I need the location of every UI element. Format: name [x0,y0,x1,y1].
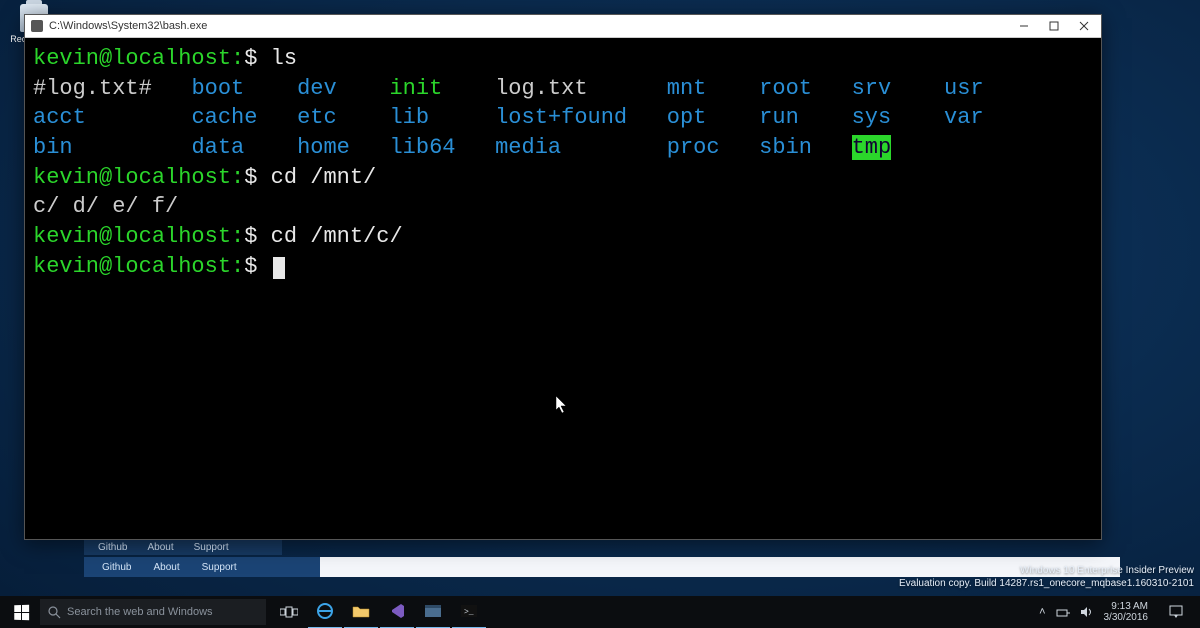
terminal-body[interactable]: kevin@localhost:$ ls #log.txt# boot dev … [25,38,1101,288]
network-icon[interactable] [1056,606,1070,618]
watermark-line2: Evaluation copy. Build 14287.rs1_onecore… [899,577,1194,590]
background-window-tabs-1: Github About Support [84,539,282,555]
visual-studio-icon [389,603,405,619]
window-title: C:\Windows\System32\bash.exe [49,20,207,32]
bg2-tab-github[interactable]: Github [102,562,131,573]
bg2-tab-about[interactable]: About [153,562,179,573]
app-icon [31,20,43,32]
bg-tab-github[interactable]: Github [98,542,127,553]
search-placeholder: Search the web and Windows [67,606,213,618]
taskbar-clock[interactable]: 9:13 AM 3/30/2016 [1104,601,1153,623]
terminal-icon: >_ [461,605,477,617]
task-view-icon [280,606,298,618]
edge-icon [316,602,334,620]
clock-time: 9:13 AM [1104,601,1149,612]
action-center-button[interactable] [1162,596,1190,628]
taskbar-search[interactable]: Search the web and Windows [40,599,266,625]
bg-tab-about[interactable]: About [147,542,173,553]
svg-text:>_: >_ [464,608,474,617]
tray-overflow[interactable]: ˄ [1039,606,1045,618]
start-button[interactable] [4,596,38,628]
watermark-line1: Windows 10 Enterprise Insider Preview [899,564,1194,577]
minimize-icon [1019,21,1029,31]
notification-icon [1169,605,1183,619]
search-icon [48,606,61,619]
bg2-tab-support[interactable]: Support [202,562,237,573]
close-icon [1079,21,1089,31]
clock-date: 3/30/2016 [1104,612,1149,623]
bg-tab-support[interactable]: Support [194,542,229,553]
close-button[interactable] [1069,16,1099,36]
windows-logo-icon [14,604,29,619]
folder-icon [352,604,370,618]
desktop: Recycle Bin Github About Support Github … [0,0,1200,628]
task-view-button[interactable] [272,596,306,628]
taskbar-apps: >_ [272,595,486,628]
taskbar-vs[interactable] [380,595,414,628]
taskbar: Search the web and Windows >_ ˄ [0,596,1200,628]
taskbar-terminal[interactable]: >_ [452,595,486,628]
window-icon [425,605,441,617]
volume-icon[interactable] [1080,606,1094,618]
maximize-icon [1049,21,1059,31]
taskbar-app1[interactable] [416,595,450,628]
terminal-window[interactable]: C:\Windows\System32\bash.exe kevin@local… [24,14,1102,540]
taskbar-explorer[interactable] [344,595,378,628]
windows-watermark: Windows 10 Enterprise Insider Preview Ev… [899,564,1194,590]
titlebar[interactable]: C:\Windows\System32\bash.exe [25,15,1101,38]
minimize-button[interactable] [1009,16,1039,36]
maximize-button[interactable] [1039,16,1069,36]
system-tray: ˄ 9:13 AM 3/30/2016 [1033,596,1196,628]
window-controls [1009,16,1099,36]
taskbar-edge[interactable] [308,595,342,628]
